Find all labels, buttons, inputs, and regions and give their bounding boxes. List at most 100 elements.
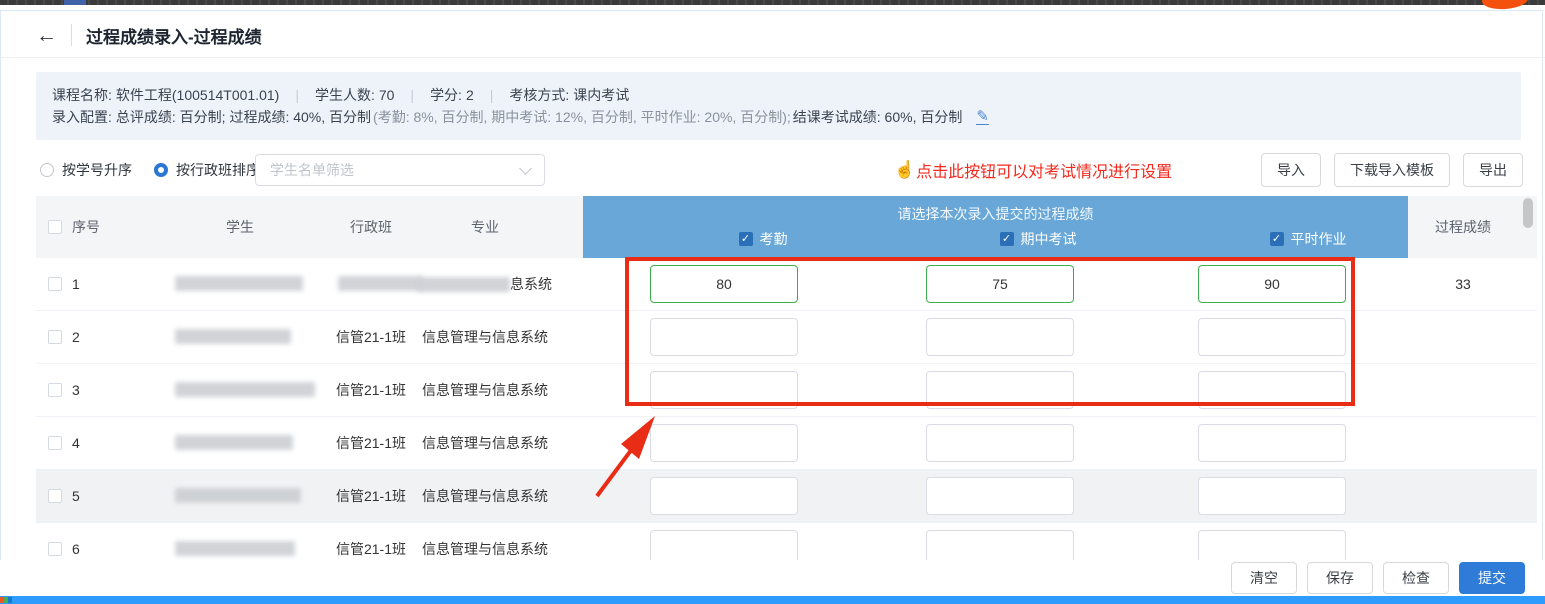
footer-bar: 清空 保存 检查 提交: [0, 560, 1545, 596]
page-header: ← 过程成绩录入-过程成绩: [36, 22, 262, 48]
select-all-checkbox[interactable]: [48, 220, 62, 234]
scrollbar-thumb[interactable]: [1523, 198, 1533, 228]
orange-decoration: [1481, 0, 1528, 11]
homework-score-input[interactable]: [1198, 477, 1346, 515]
check-button[interactable]: 检查: [1383, 562, 1449, 594]
bottom-accent-bar: [0, 596, 1545, 604]
checkbox-checked-icon[interactable]: ✓: [739, 232, 753, 246]
save-button[interactable]: 保存: [1307, 562, 1373, 594]
attendance-score-input[interactable]: [650, 318, 798, 356]
checkbox-checked-icon[interactable]: ✓: [1000, 232, 1014, 246]
midterm-column-toggle[interactable]: ✓ 期中考试: [978, 229, 1098, 249]
sort-by-class-label: 按行政班排序: [176, 160, 260, 180]
student-filter-select[interactable]: [255, 154, 545, 186]
chevron-down-icon: [519, 162, 532, 175]
browser-tab-mark: [64, 0, 86, 5]
header-divider: [71, 24, 72, 46]
attendance-column-toggle[interactable]: ✓ 考勤: [703, 229, 823, 249]
toolbar-buttons: 导入 下载导入模板 导出: [1261, 153, 1523, 187]
row-number: 1: [72, 258, 80, 310]
row-checkbox[interactable]: [48, 436, 62, 450]
score-group-header: 请选择本次录入提交的过程成绩 ✓ 考勤 ✓ 期中考试 ✓ 平时作业: [583, 196, 1408, 258]
major-cell: 信息管理与信息系统: [405, 470, 565, 522]
student-count-label: 学生人数:: [315, 85, 375, 105]
credit-value: 2: [466, 87, 474, 103]
row-checkbox[interactable]: [48, 277, 62, 291]
student-name-redacted: [175, 541, 295, 556]
row-number: 4: [72, 417, 80, 469]
midterm-score-input[interactable]: [926, 265, 1074, 303]
export-button[interactable]: 导出: [1463, 153, 1523, 187]
table-body: 1 息系统 33 2 信管21-1班 信息管理与信息系统: [36, 258, 1537, 576]
homework-column-label: 平时作业: [1291, 229, 1347, 249]
browser-top-strip: [0, 0, 1545, 5]
separator: |: [295, 87, 299, 103]
sort-by-id-radio[interactable]: 按学号升序: [40, 160, 132, 180]
radio-checked-icon[interactable]: [154, 163, 168, 177]
grades-table: 序号 学生 行政班 专业 请选择本次录入提交的过程成绩 ✓ 考勤 ✓ 期中考试 …: [36, 196, 1537, 572]
midterm-score-input[interactable]: [926, 318, 1074, 356]
page-title: 过程成绩录入-过程成绩: [86, 23, 262, 48]
major-suffix: 息系统: [510, 274, 552, 294]
score-group-title: 请选择本次录入提交的过程成绩: [583, 204, 1408, 224]
course-name-label: 课程名称:: [52, 85, 112, 105]
submit-button[interactable]: 提交: [1459, 562, 1525, 594]
exam-type-label: 考核方式:: [509, 85, 569, 105]
header-rule: [0, 57, 1545, 58]
table-row: 3 信管21-1班 信息管理与信息系统: [36, 364, 1537, 417]
major-redacted: [418, 277, 510, 292]
midterm-score-input[interactable]: [926, 477, 1074, 515]
radio-unchecked-icon[interactable]: [40, 163, 54, 177]
footer-buttons: 清空 保存 检查 提交: [1231, 562, 1525, 594]
row-checkbox[interactable]: [48, 383, 62, 397]
table-header: 序号 学生 行政班 专业 请选择本次录入提交的过程成绩 ✓ 考勤 ✓ 期中考试 …: [36, 196, 1537, 258]
table-row: 5 信管21-1班 信息管理与信息系统: [36, 470, 1537, 523]
attendance-score-input[interactable]: [650, 371, 798, 409]
toolbar: 按学号升序 按行政班排序 ☝ 点击此按钮可以对考试情况进行设置 导入 下载导入模…: [36, 152, 1523, 188]
row-number: 3: [72, 364, 80, 416]
homework-score-input[interactable]: [1198, 371, 1346, 409]
attendance-score-input[interactable]: [650, 265, 798, 303]
clear-button[interactable]: 清空: [1231, 562, 1297, 594]
col-header-no: 序号: [72, 196, 100, 258]
midterm-score-input[interactable]: [926, 424, 1074, 462]
attendance-score-input[interactable]: [650, 477, 798, 515]
col-header-major: 专业: [405, 196, 565, 258]
course-info-line1: 课程名称: 软件工程(100514T001.01) | 学生人数: 70 | 学…: [52, 85, 1505, 105]
major-cell: 信息管理与信息系统: [405, 417, 565, 469]
back-arrow-icon[interactable]: ←: [36, 25, 57, 46]
student-filter-input[interactable]: [268, 161, 521, 179]
homework-score-input[interactable]: [1198, 265, 1346, 303]
student-name-redacted: [175, 276, 303, 291]
sort-by-class-radio[interactable]: 按行政班排序: [154, 160, 260, 180]
midterm-column-label: 期中考试: [1021, 229, 1077, 249]
row-number: 2: [72, 311, 80, 363]
table-row: 4 信管21-1班 信息管理与信息系统: [36, 417, 1537, 470]
homework-column-toggle[interactable]: ✓ 平时作业: [1248, 229, 1368, 249]
major-cell: 信息管理与信息系统: [405, 311, 565, 363]
sort-radio-group: 按学号升序 按行政班排序: [40, 152, 260, 188]
taskbar-pixel: [8, 597, 12, 603]
attendance-score-input[interactable]: [650, 424, 798, 462]
course-name-value: 软件工程(100514T001.01): [116, 85, 279, 105]
table-row: 1 息系统 33: [36, 258, 1537, 311]
student-name-redacted: [175, 488, 301, 503]
major-cell: 息系统: [405, 258, 565, 310]
col-header-student: 学生: [175, 196, 305, 258]
separator: |: [490, 87, 494, 103]
course-info-line2: 录入配置: 总评成绩: 百分制; 过程成绩: 40%, 百分制 (考勤: 8%,…: [52, 107, 1505, 127]
homework-score-input[interactable]: [1198, 318, 1346, 356]
row-checkbox[interactable]: [48, 330, 62, 344]
student-count-value: 70: [379, 87, 395, 103]
checkbox-checked-icon[interactable]: ✓: [1270, 232, 1284, 246]
midterm-score-input[interactable]: [926, 371, 1074, 409]
attendance-column-label: 考勤: [760, 229, 788, 249]
config-final: 结课考试成绩: 60%, 百分制: [793, 107, 963, 127]
download-template-button[interactable]: 下载导入模板: [1334, 153, 1450, 187]
import-button[interactable]: 导入: [1261, 153, 1321, 187]
row-checkbox[interactable]: [48, 542, 62, 556]
annotation-tip-text: 点击此按钮可以对考试情况进行设置: [916, 158, 1172, 182]
edit-config-icon[interactable]: ✎: [976, 110, 989, 125]
homework-score-input[interactable]: [1198, 424, 1346, 462]
row-checkbox[interactable]: [48, 489, 62, 503]
